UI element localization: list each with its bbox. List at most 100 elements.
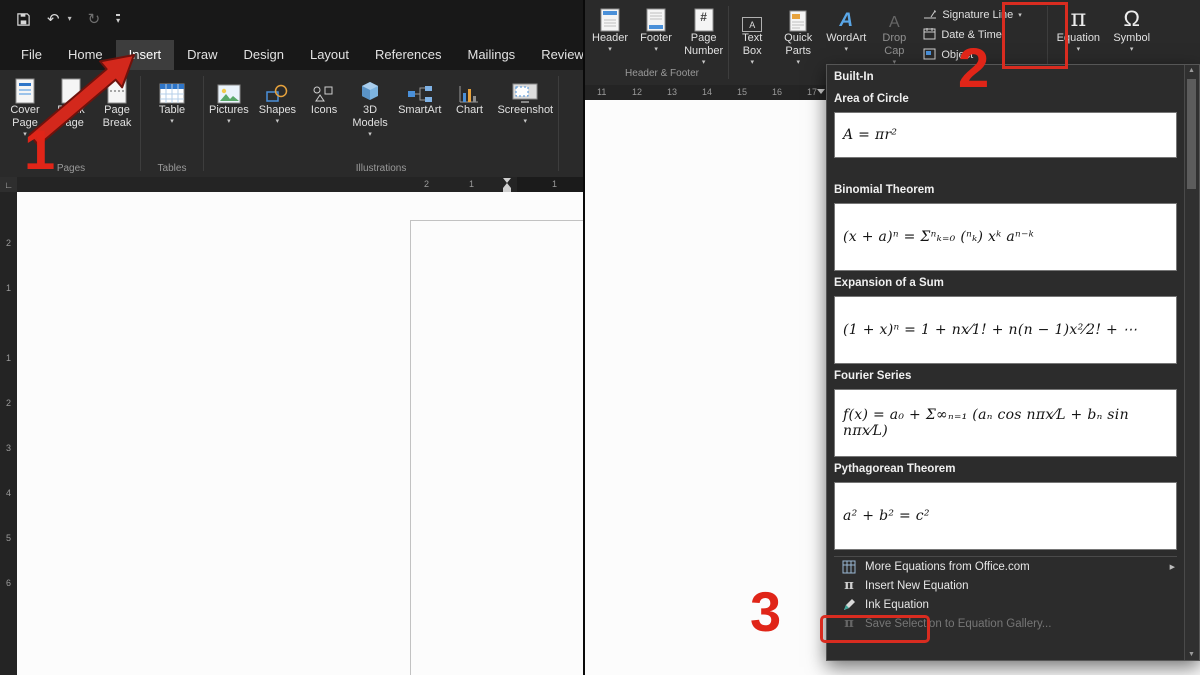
group-separator: [558, 76, 559, 171]
chart-button[interactable]: Chart: [446, 72, 492, 162]
tab-layout[interactable]: Layout: [297, 40, 362, 70]
symbol-omega-icon: Ω: [1123, 4, 1139, 32]
screenshot-icon: [512, 76, 538, 104]
scroll-down-icon[interactable]: ▼: [1185, 651, 1198, 658]
submenu-arrow-icon: ▶: [1170, 563, 1177, 571]
chevron-down-icon: ▾: [368, 131, 372, 139]
equation-name: Binomial Theorem: [834, 184, 1177, 197]
signature-line-icon: [923, 8, 937, 23]
hash-glyph: #: [694, 10, 714, 24]
chevron-down-icon: ▾: [750, 59, 754, 67]
page-left-edge: [410, 220, 411, 675]
equation-preview-pythagorean-theorem[interactable]: a² + b² = c²: [834, 482, 1177, 550]
undo-chevron-icon[interactable]: ▾: [68, 15, 72, 23]
menu-item-insert-new-equation[interactable]: π Insert New Equation: [834, 576, 1177, 595]
chart-icon: [458, 76, 480, 104]
menu-item-ink-equation[interactable]: Ink Equation: [834, 595, 1177, 614]
page-number-icon: #: [694, 4, 714, 32]
icons-icon: [312, 76, 336, 104]
date-time-icon: [923, 27, 936, 43]
3d-models-icon: [359, 76, 381, 104]
ink-pen-icon: [840, 598, 858, 612]
pi-icon: π: [840, 578, 858, 593]
chevron-down-icon: ▾: [796, 59, 800, 67]
crop-seam: [583, 0, 585, 675]
customize-quick-access-icon[interactable]: ▾: [116, 14, 120, 25]
equation-gallery-menu: Built-In Area of Circle A = πr² Binomial…: [826, 64, 1200, 661]
group-illustrations: Pictures ▾ Shapes ▾ Icons 3D Models ▾: [204, 70, 558, 177]
footer-icon: [646, 4, 666, 32]
scroll-up-icon[interactable]: ▲: [1185, 67, 1198, 74]
text-box-button[interactable]: A Text Box ▾: [729, 0, 775, 85]
indent-markers[interactable]: [503, 178, 511, 192]
quick-parts-button[interactable]: Quick Parts ▾: [775, 0, 821, 85]
chevron-down-icon: ▾: [524, 118, 528, 126]
equation-name: Fourier Series: [834, 370, 1177, 383]
shapes-button[interactable]: Shapes ▾: [254, 72, 301, 162]
menu-scrollbar[interactable]: ▲ ▼: [1184, 65, 1199, 660]
annotation-step-3: 3: [750, 584, 781, 640]
horizontal-ruler-left: 2 1 1: [17, 177, 583, 192]
right-indent-marker[interactable]: [817, 89, 825, 94]
redo-icon[interactable]: ↻: [88, 12, 101, 27]
chevron-down-icon: ▾: [845, 46, 849, 54]
equation-preview-fourier-series[interactable]: f(x) = a₀ + Σ∞ₙ₌₁ (aₙ cos nπx⁄L + bₙ sin…: [834, 389, 1177, 457]
chevron-down-icon: ▾: [608, 46, 612, 54]
screenshot-button[interactable]: Screenshot ▾: [492, 72, 558, 162]
office-gallery-icon: [840, 560, 858, 574]
equation-preview-binomial-theorem[interactable]: (x + a)ⁿ = Σⁿₖ₌₀ (ⁿₖ) xᵏ aⁿ⁻ᵏ: [834, 203, 1177, 271]
pictures-button[interactable]: Pictures ▾: [204, 72, 254, 162]
text-box-icon: A: [742, 4, 762, 32]
equation-gallery-entry: Area of Circle A = πr²: [834, 93, 1177, 158]
icons-button[interactable]: Icons: [301, 72, 347, 162]
smartart-button[interactable]: SmartArt: [393, 72, 446, 162]
tab-draw[interactable]: Draw: [174, 40, 230, 70]
save-icon[interactable]: [16, 12, 31, 27]
group-label-header-footer: Header & Footer: [597, 68, 727, 79]
wordart-icon: A: [839, 4, 853, 32]
table-icon: [159, 76, 185, 104]
chevron-down-icon: ▾: [702, 59, 706, 67]
3d-models-button[interactable]: 3D Models ▾: [347, 72, 393, 162]
chevron-down-icon: ▾: [227, 118, 231, 126]
pictures-icon: [217, 76, 241, 104]
group-label-illustrations: Illustrations: [204, 162, 558, 177]
group-label-pages: Pages: [2, 162, 140, 177]
annotation-step-2: 2: [958, 40, 989, 96]
equation-gallery-entry: Expansion of a Sum (1 + x)ⁿ = 1 + nx⁄1! …: [834, 277, 1177, 364]
chevron-down-icon: ▾: [170, 118, 174, 126]
table-button[interactable]: Table ▾: [149, 72, 195, 162]
shapes-icon: [265, 76, 289, 104]
object-icon: [923, 48, 936, 63]
annotation-step-1: 1: [24, 122, 55, 178]
tab-references[interactable]: References: [362, 40, 454, 70]
ruler-margin-zone: [517, 177, 583, 192]
quick-parts-icon: [789, 4, 807, 32]
vertical-ruler: 2 1 1 2 3 4 5 6: [0, 192, 17, 675]
equation-name: Area of Circle: [834, 93, 1177, 106]
scrollbar-thumb[interactable]: [1187, 79, 1196, 189]
chevron-down-icon: ▾: [1077, 46, 1081, 54]
equation-gallery-entry: Fourier Series f(x) = a₀ + Σ∞ₙ₌₁ (aₙ cos…: [834, 370, 1177, 457]
document-canvas-left[interactable]: [17, 192, 583, 675]
drop-cap-icon: A: [889, 4, 900, 32]
equation-preview-expansion-of-a-sum[interactable]: (1 + x)ⁿ = 1 + nx⁄1! + n(n − 1)x²⁄2! + ⋯: [834, 296, 1177, 364]
smartart-icon: [407, 76, 433, 104]
equation-gallery-entry: Binomial Theorem (x + a)ⁿ = Σⁿₖ₌₀ (ⁿₖ) x…: [834, 184, 1177, 271]
title-bar: ↶ ▾ ↻ ▾: [0, 0, 583, 38]
menu-item-more-equations[interactable]: More Equations from Office.com ▶: [834, 557, 1177, 576]
group-label-tables: Tables: [141, 162, 203, 177]
tab-design[interactable]: Design: [231, 40, 297, 70]
menu-section-header: Built-In: [834, 71, 1177, 87]
equation-name: Expansion of a Sum: [834, 277, 1177, 290]
tab-selector[interactable]: ∟: [0, 177, 17, 192]
undo-icon[interactable]: ↶: [47, 12, 60, 27]
equation-gallery-entry: Pythagorean Theorem a² + b² = c²: [834, 463, 1177, 550]
word-window: ↶ ▾ ↻ ▾ File Home Insert Draw Design Lay…: [0, 0, 1200, 675]
chevron-down-icon: ▾: [654, 46, 658, 54]
chevron-down-icon: ▾: [276, 118, 280, 126]
equation-pi-icon: π: [1070, 4, 1086, 32]
equation-name: Pythagorean Theorem: [834, 463, 1177, 476]
equation-preview-area-of-circle[interactable]: A = πr²: [834, 112, 1177, 158]
tab-mailings[interactable]: Mailings: [455, 40, 529, 70]
